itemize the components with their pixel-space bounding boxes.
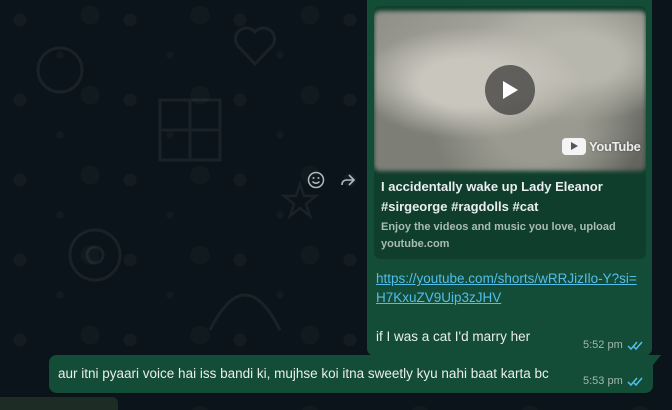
forward-icon [341,174,356,186]
doodle-decoration [234,26,276,67]
message-meta: 5:53 pm [583,375,644,387]
youtube-logo-icon [562,137,586,155]
emoji-icon [307,171,325,189]
message-meta: 5:52 pm [583,339,644,351]
play-icon [503,81,518,99]
youtube-badge: YouTube [562,136,641,156]
read-ticks-icon [627,377,643,386]
emoji-reaction-button[interactable] [306,170,326,190]
doodle-decoration [158,98,222,162]
preview-description-text: Enjoy the videos and music you love, upl… [381,221,616,233]
message-text: if I was a cat I'd marry her [376,329,531,344]
message-link[interactable]: https://youtube.com/shorts/wRRJizIlo-Y?s… [376,269,646,307]
message-hover-actions [306,170,358,190]
doodle-decoration [208,293,282,331]
bubble-tail [653,355,661,365]
preview-domain: youtube.com [381,238,450,250]
message-time: 5:52 pm [583,339,623,351]
play-button[interactable] [485,65,535,115]
message-time: 5:53 pm [583,375,623,387]
youtube-badge-label: YouTube [589,138,641,154]
read-ticks-icon [627,341,643,350]
message-text: aur itni pyaari voice hai iss bandi ki, … [58,366,549,381]
partial-bubble-edge [0,397,118,410]
forward-button[interactable] [338,170,358,190]
doodle-decoration [36,46,84,94]
doodle-decoration [68,228,122,282]
preview-description: Enjoy the videos and music you love, upl… [381,219,643,253]
preview-title[interactable]: I accidentally wake up Lady Eleanor #sir… [381,177,643,217]
